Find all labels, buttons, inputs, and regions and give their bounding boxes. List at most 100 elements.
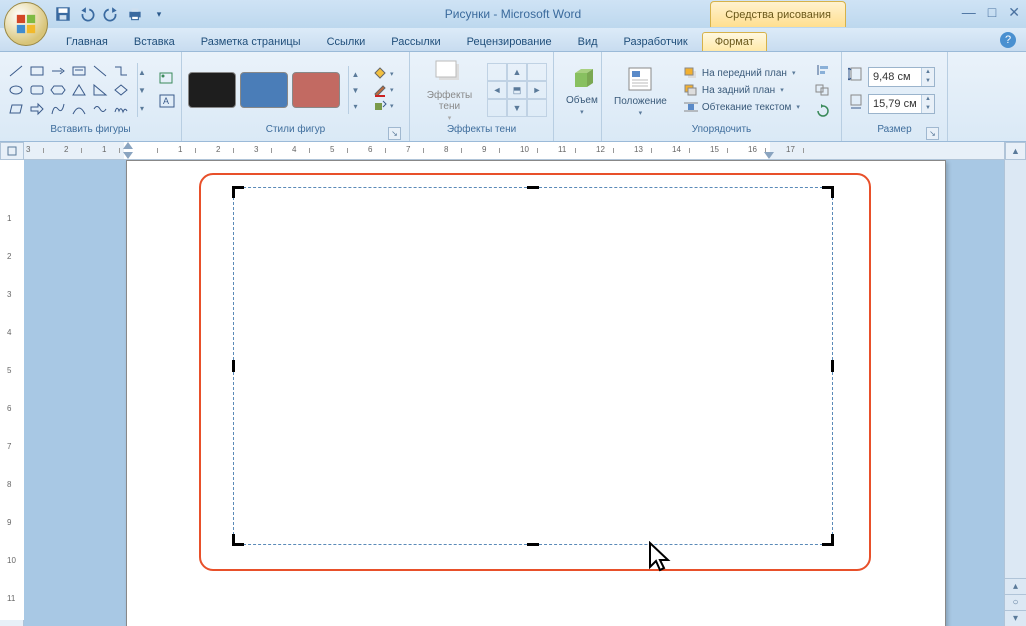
style-swatch-black[interactable] [188,72,236,108]
shape-triangle-icon[interactable] [69,81,89,99]
align-button[interactable] [812,61,834,79]
shape-diamond-icon[interactable] [111,81,131,99]
nudge-down[interactable]: ▼ [507,99,527,117]
shape-line-icon[interactable] [6,62,26,80]
tab-view[interactable]: Вид [566,33,610,51]
group-size: 9,48 см▲▼ 15,79 см▲▼ Размер↘ [842,52,948,141]
shadow-nudge-grid: ▲ ◄⬒► ▼ [487,63,547,117]
position-button[interactable]: Положение ▾ [608,62,673,119]
style-gallery-scroll[interactable]: ▲▼▾ [348,66,362,114]
style-swatch-blue[interactable] [240,72,288,108]
shape-roundrect-icon[interactable] [27,81,47,99]
shape-blockarrow-icon[interactable] [27,100,47,118]
nudge-left[interactable]: ◄ [487,81,507,99]
shape-connector-icon[interactable] [111,62,131,80]
shape-textbox-icon[interactable] [69,62,89,80]
horizontal-ruler[interactable]: 3211234567891011121314151617 [24,142,1004,160]
minimize-button[interactable]: — [962,4,976,21]
change-shape-button[interactable]: ▾ [372,99,394,113]
prev-page-button[interactable]: ▴ [1005,578,1026,594]
width-spin-up[interactable]: ▲ [922,95,934,104]
text-wrap-button[interactable]: Обтекание текстом▾ [681,99,802,115]
shape-outline-button[interactable]: ▾ [372,83,394,97]
browse-object-button[interactable]: ○ [1005,594,1026,610]
tab-review[interactable]: Рецензирование [455,33,564,51]
svg-text:A: A [163,96,169,106]
width-icon [848,92,864,115]
maximize-button[interactable]: □ [988,4,996,21]
vertical-scrollbar[interactable]: ▲ ▴ ○ ▾ [1004,142,1026,626]
cube-icon [567,65,597,93]
shape-styles-launcher[interactable]: ↘ [388,127,401,140]
shape-hexagon-icon[interactable] [48,81,68,99]
size-launcher[interactable]: ↘ [926,127,939,140]
group-insert-shapes: ▲▼▾ A Вставить фигуры [0,52,182,141]
edit-shape-icon[interactable] [156,70,178,88]
page[interactable] [126,160,946,626]
tab-mailings[interactable]: Рассылки [379,33,452,51]
wrap-icon [683,100,699,114]
title-bar: ▾ Рисунки - Microsoft Word Средства рисо… [0,0,1026,28]
vertical-ruler[interactable]: 1234567891011 [0,160,24,626]
shape-fill-button[interactable]: ▾ [372,67,394,81]
width-input[interactable]: 15,79 см▲▼ [868,94,935,114]
group-label-arrange: Упорядочить [608,124,835,141]
rotate-button[interactable] [812,101,834,119]
contextual-tab-header: Средства рисования [710,1,846,27]
text-box-icon[interactable]: A [156,92,178,110]
undo-icon[interactable] [78,5,96,23]
tab-insert[interactable]: Вставка [122,33,187,51]
print-icon[interactable] [126,5,144,23]
change-shape-icon [372,99,388,113]
help-icon[interactable]: ? [1000,32,1016,48]
nudge-up[interactable]: ▲ [507,63,527,81]
height-spin-up[interactable]: ▲ [922,68,934,77]
shape-scribble-icon[interactable] [111,100,131,118]
width-spin-down[interactable]: ▼ [922,104,934,113]
tab-home[interactable]: Главная [54,33,120,51]
tab-page-layout[interactable]: Разметка страницы [189,33,313,51]
group-button[interactable] [812,81,834,99]
shape-parallelogram-icon[interactable] [6,100,26,118]
style-swatch-red[interactable] [292,72,340,108]
drawing-canvas-selection[interactable] [233,187,833,545]
save-icon[interactable] [54,5,72,23]
shape-curve-icon[interactable] [48,100,68,118]
shadow-toggle[interactable]: ⬒ [507,81,527,99]
group-shape-styles: ▲▼▾ ▾ ▾ ▾ Стили фигур↘ [182,52,410,141]
shape-rect-icon[interactable] [27,62,47,80]
send-back-button[interactable]: На задний план▾ [681,82,802,98]
close-button[interactable]: ✕ [1008,4,1020,21]
office-button[interactable] [4,2,48,46]
shapes-gallery-scroll[interactable]: ▲▼▾ [137,63,146,117]
ribbon: ▲▼▾ A Вставить фигуры ▲▼▾ ▾ ▾ ▾ Стили фи… [0,52,1026,142]
scroll-up-button[interactable]: ▲ [1005,142,1026,160]
shape-arrow-icon[interactable] [48,62,68,80]
bring-front-button[interactable]: На передний план▾ [681,65,802,81]
nudge-right[interactable]: ► [527,81,547,99]
bring-front-icon [683,66,699,80]
position-icon [625,64,655,94]
quick-access-toolbar: ▾ [54,5,168,23]
next-page-button[interactable]: ▾ [1005,610,1026,626]
shape-oval-icon[interactable] [6,81,26,99]
office-logo-icon [15,13,37,35]
send-back-icon [683,83,699,97]
redo-icon[interactable] [102,5,120,23]
tab-format[interactable]: Формат [702,32,767,51]
shapes-gallery[interactable] [6,62,131,118]
qat-customize-icon[interactable]: ▾ [150,5,168,23]
height-input[interactable]: 9,48 см▲▼ [868,67,935,87]
group-arrange: Положение ▾ На передний план▾ На задний … [602,52,842,141]
shape-freeform-icon[interactable] [90,100,110,118]
shadow-effects-button[interactable]: Эффекты тени ▾ [416,56,483,124]
shape-rtriangle-icon[interactable] [90,81,110,99]
shape-arc-icon[interactable] [69,100,89,118]
height-spin-down[interactable]: ▼ [922,77,934,86]
group-shadow-effects: Эффекты тени ▾ ▲ ◄⬒► ▼ Эффекты тени [410,52,554,141]
tab-developer[interactable]: Разработчик [612,33,700,51]
volume-button[interactable]: Объем ▾ [560,63,604,118]
ruler-corner[interactable] [0,142,24,160]
shape-line2-icon[interactable] [90,62,110,80]
tab-references[interactable]: Ссылки [315,33,378,51]
